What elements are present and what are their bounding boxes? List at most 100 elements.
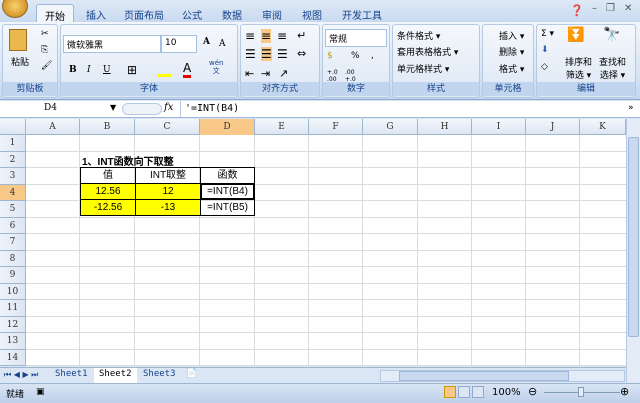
cell-styles-button[interactable]: 单元格样式 ▾: [397, 62, 449, 75]
page-layout-view-icon[interactable]: [458, 386, 470, 398]
header-cell-function[interactable]: 函数: [200, 167, 255, 184]
insert-function-button[interactable]: fx: [164, 102, 173, 113]
wrap-text-icon[interactable]: ↵: [297, 29, 306, 42]
font-color-icon[interactable]: A: [183, 61, 192, 78]
row-header-1[interactable]: 1: [0, 135, 26, 152]
cell-b4[interactable]: 12.56: [80, 183, 136, 200]
horizontal-scroll-thumb[interactable]: [399, 371, 569, 381]
zoom-in-button[interactable]: ⊕: [620, 385, 629, 398]
clear-icon[interactable]: ◇: [541, 62, 548, 72]
align-right-icon[interactable]: ☰: [277, 47, 288, 61]
format-button[interactable]: 格式 ▾: [499, 62, 524, 75]
find-select-icon[interactable]: 🔭: [603, 27, 620, 43]
formula-input[interactable]: '=INT(B4): [180, 101, 626, 117]
horizontal-scrollbar[interactable]: [380, 370, 625, 382]
conditional-format-button[interactable]: 条件格式 ▾: [397, 29, 440, 42]
column-header-f[interactable]: F: [309, 119, 363, 135]
decrease-indent-icon[interactable]: ⇤: [245, 67, 254, 80]
sheet-nav-buttons[interactable]: ⏮ ◀ ▶ ⏭: [4, 370, 38, 380]
decrease-decimal-button[interactable]: .00 +.0: [345, 69, 359, 83]
delete-button[interactable]: 删除 ▾: [499, 45, 524, 58]
row-header-4[interactable]: 4: [0, 184, 26, 201]
row-header-13[interactable]: 13: [0, 333, 26, 350]
tab-developer[interactable]: 开发工具: [334, 4, 390, 22]
insert-button[interactable]: 插入 ▾: [499, 29, 524, 42]
row-header-14[interactable]: 14: [0, 349, 26, 366]
format-painter-icon[interactable]: 🖌: [41, 61, 52, 71]
currency-icon[interactable]: $: [327, 51, 333, 61]
cut-icon[interactable]: ✂: [41, 29, 49, 39]
sort-filter-button[interactable]: 排序和 筛选 ▾: [565, 55, 592, 81]
cell-d4-selected[interactable]: =INT(B4): [200, 183, 255, 200]
percent-button[interactable]: %: [351, 51, 360, 61]
format-as-table-button[interactable]: 套用表格格式 ▾: [397, 45, 458, 58]
find-select-button[interactable]: 查找和 选择 ▾: [599, 55, 626, 81]
restore-button[interactable]: ❐: [606, 3, 615, 14]
number-format-select[interactable]: 常规: [325, 29, 387, 47]
tab-page-layout[interactable]: 页面布局: [116, 4, 172, 22]
paste-icon[interactable]: [9, 29, 27, 51]
shrink-font-button[interactable]: A: [219, 39, 226, 49]
row-header-5[interactable]: 5: [0, 201, 26, 218]
vertical-scrollbar[interactable]: [626, 119, 640, 382]
cell-c5[interactable]: -13: [135, 199, 201, 216]
row-header-6[interactable]: 6: [0, 217, 26, 234]
italic-button[interactable]: I: [87, 65, 91, 75]
header-cell-int[interactable]: INT取整: [135, 167, 201, 184]
worksheet-grid[interactable]: 1 2 3 4 5 6 7 8 9 10 11 12 13 14 1、INT函数向下取整 值 INT取整 …: [0, 135, 626, 366]
normal-view-icon[interactable]: [444, 386, 456, 398]
comma-button[interactable]: ,: [371, 51, 374, 61]
name-box[interactable]: D4: [0, 101, 120, 117]
orientation-icon[interactable]: ↗: [279, 67, 288, 80]
page-break-view-icon[interactable]: [472, 386, 484, 398]
sheet-tab-2[interactable]: Sheet2: [94, 368, 137, 383]
increase-indent-icon[interactable]: ⇥: [261, 67, 270, 80]
row-header-10[interactable]: 10: [0, 283, 26, 300]
align-middle-icon[interactable]: ≡: [261, 29, 272, 43]
sort-filter-icon[interactable]: ⏬: [567, 27, 584, 43]
align-bottom-icon[interactable]: ≡: [277, 29, 287, 43]
tab-insert[interactable]: 插入: [78, 4, 114, 22]
column-header-i[interactable]: I: [472, 119, 526, 135]
insert-sheet-icon[interactable]: 📄: [186, 369, 197, 379]
phonetic-guide-button[interactable]: wén 文: [209, 59, 223, 75]
help-icon[interactable]: ❓: [570, 4, 584, 17]
name-box-dropdown-icon[interactable]: ▼: [110, 103, 116, 112]
border-icon[interactable]: ⊞: [127, 63, 137, 77]
tab-formulas[interactable]: 公式: [174, 4, 210, 22]
cell-b5[interactable]: -12.56: [80, 199, 136, 216]
row-header-12[interactable]: 12: [0, 316, 26, 333]
column-header-k[interactable]: K: [580, 119, 626, 135]
column-header-c[interactable]: C: [135, 119, 200, 135]
row-header-9[interactable]: 9: [0, 267, 26, 284]
merge-center-icon[interactable]: ⇔: [297, 47, 306, 60]
increase-decimal-button[interactable]: +.0 .00: [327, 69, 341, 83]
zoom-slider-thumb[interactable]: [578, 387, 584, 397]
formula-bar-splitter[interactable]: [122, 103, 162, 115]
tab-view[interactable]: 视图: [294, 4, 330, 22]
fill-icon[interactable]: ⬇: [541, 45, 549, 55]
align-left-icon[interactable]: ☰: [245, 47, 256, 61]
expand-formula-icon[interactable]: »: [628, 103, 634, 113]
column-header-b[interactable]: B: [80, 119, 135, 135]
header-cell-value[interactable]: 值: [80, 167, 136, 184]
align-top-icon[interactable]: ≡: [245, 29, 255, 43]
row-header-3[interactable]: 3: [0, 168, 26, 185]
bold-button[interactable]: B: [69, 65, 77, 75]
zoom-out-button[interactable]: ⊖: [528, 385, 537, 398]
fill-color-icon[interactable]: [157, 63, 171, 77]
font-name-select[interactable]: 微软雅黑: [63, 35, 161, 53]
column-header-a[interactable]: A: [26, 119, 80, 135]
close-button[interactable]: ✕: [624, 3, 632, 14]
font-size-select[interactable]: 10: [161, 35, 197, 53]
cell-c4[interactable]: 12: [135, 183, 201, 200]
tab-home[interactable]: 开始: [36, 4, 74, 23]
minimize-button[interactable]: –: [592, 3, 597, 14]
copy-icon[interactable]: ⎘: [41, 45, 48, 55]
column-header-e[interactable]: E: [255, 119, 309, 135]
tab-review[interactable]: 审阅: [254, 4, 290, 22]
vertical-scroll-thumb[interactable]: [628, 137, 639, 337]
column-header-d[interactable]: D: [200, 119, 255, 135]
autosum-button[interactable]: Σ ▾: [541, 29, 554, 39]
grow-font-button[interactable]: A: [203, 37, 210, 47]
